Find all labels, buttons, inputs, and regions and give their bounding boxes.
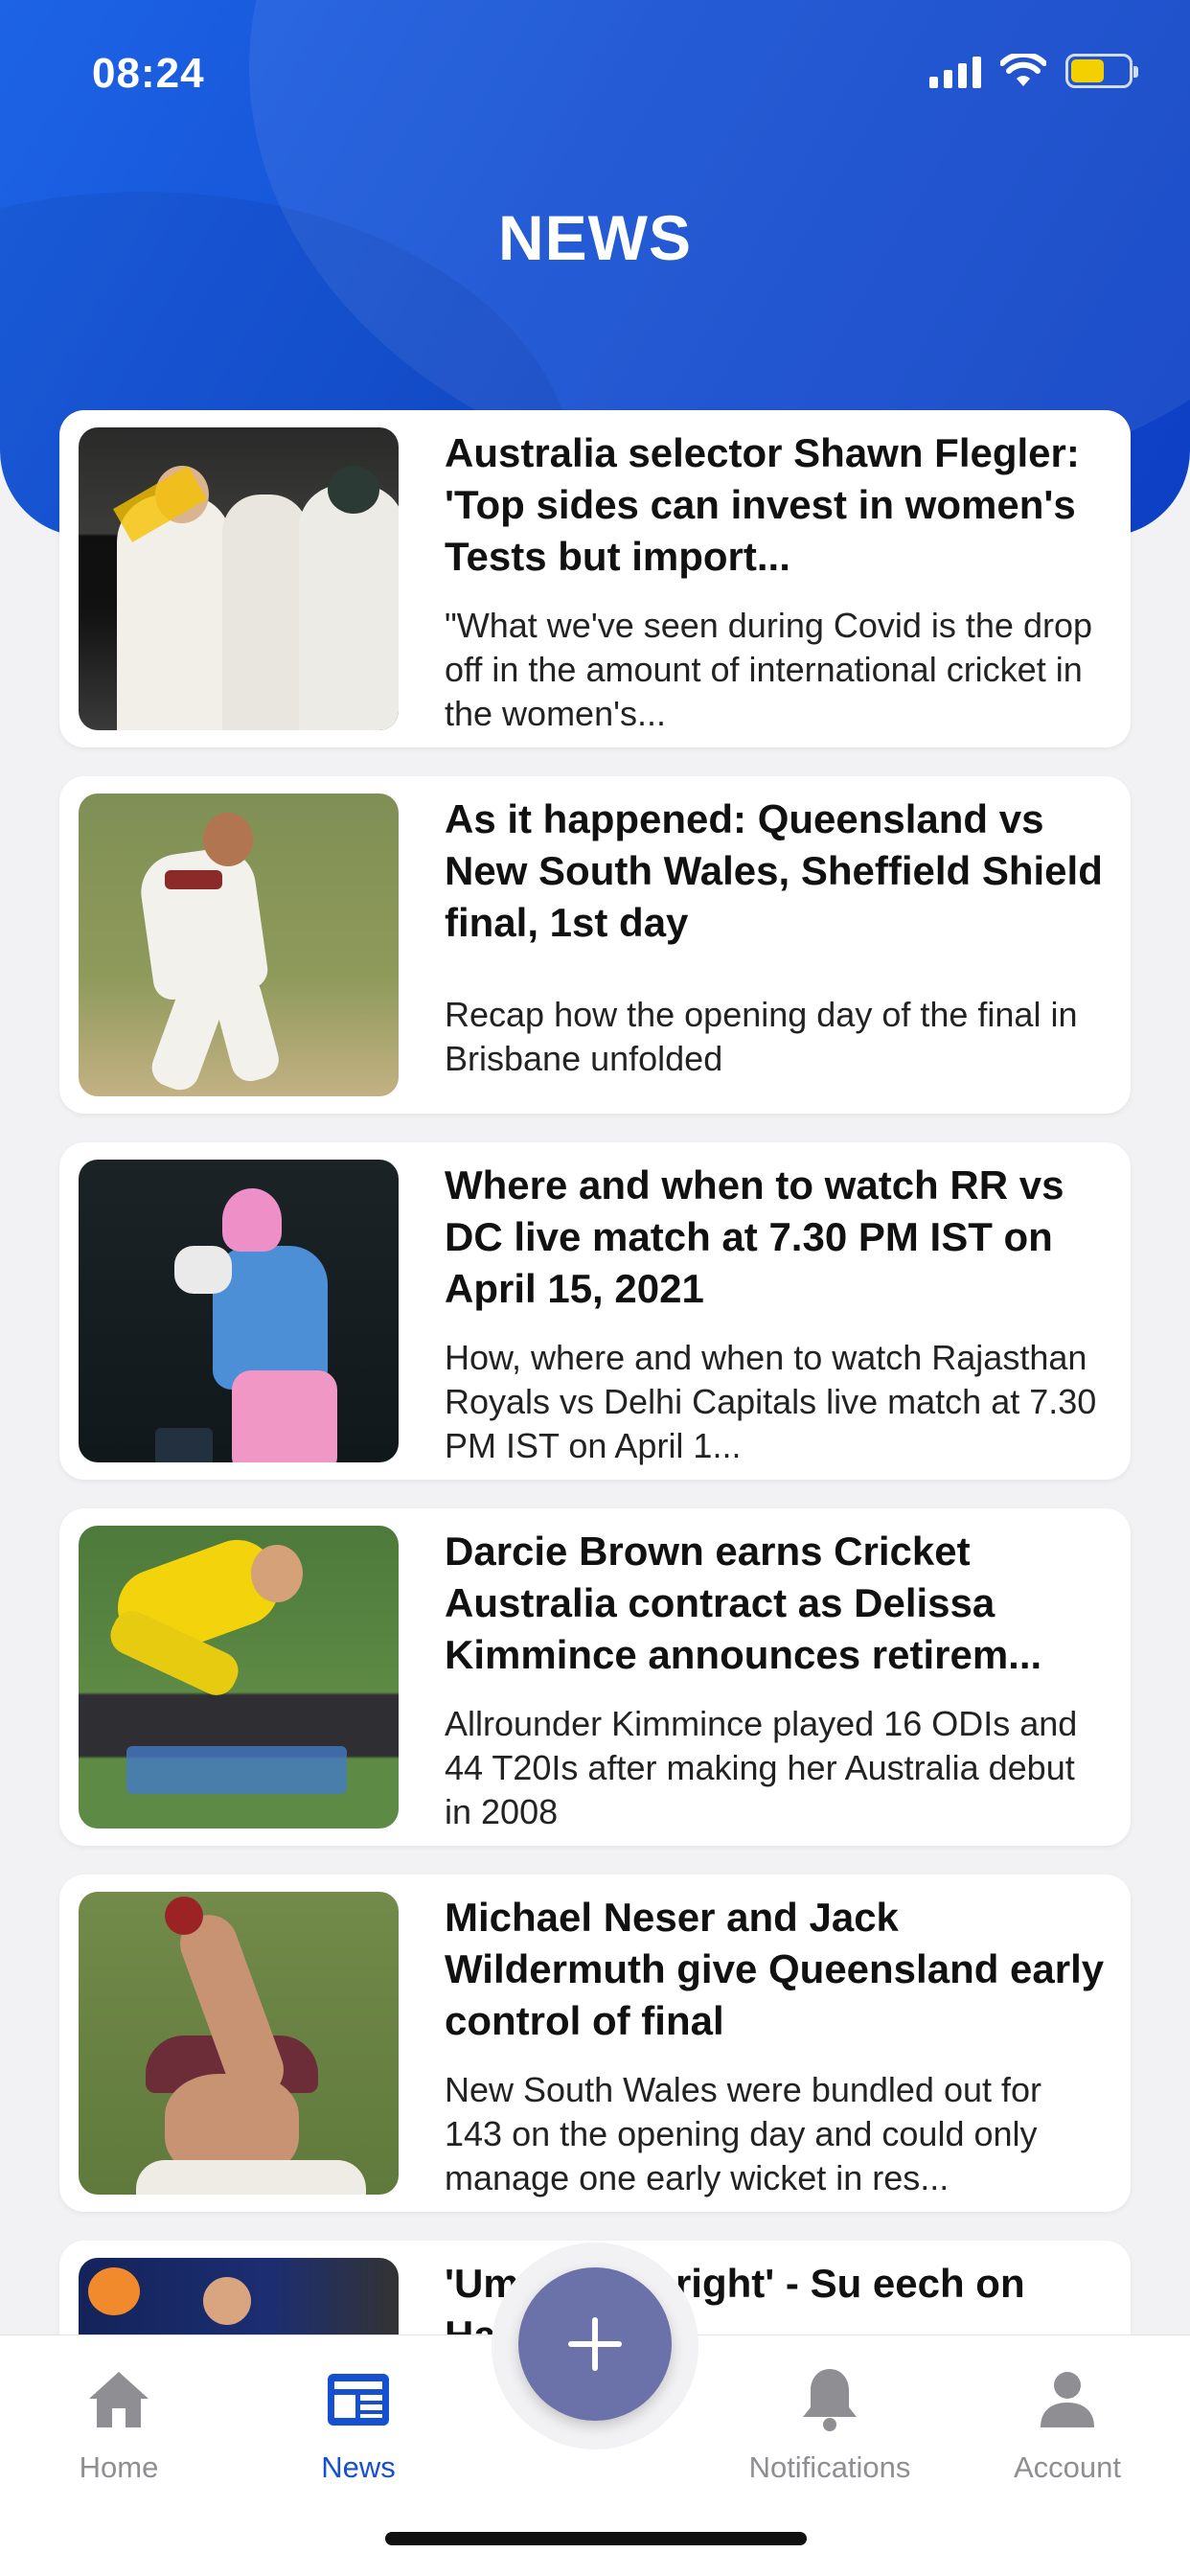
add-button[interactable] [518,2267,672,2421]
nav-item-account[interactable]: Account [972,2360,1163,2485]
news-summary: Allrounder Kimmince played 16 ODIs and 4… [445,1704,1078,1831]
news-screen: 08:24 NEWS Australia selector Shawn Fleg… [0,0,1190,2576]
news-card[interactable]: Australia selector Shawn Flegler: 'Top s… [59,410,1131,748]
news-card[interactable]: Michael Neser and Jack Wildermuth give Q… [59,1874,1131,2212]
wifi-icon [1000,54,1046,86]
news-thumbnail [79,794,399,1096]
news-thumbnail [79,1892,399,2195]
home-icon [89,2372,149,2427]
plus-icon [568,2317,622,2371]
news-headline: Darcie Brown earns Cricket Australia con… [445,1529,1042,1677]
news-summary: New South Wales were bundled out for 143… [445,2070,1042,2197]
bell-icon [803,2369,857,2431]
nav-item-home[interactable]: Home [23,2360,215,2485]
page-title: NEWS [498,202,692,273]
news-icon [328,2374,389,2426]
news-summary: Recap how the opening day of the final i… [445,995,1078,1078]
news-card[interactable]: Darcie Brown earns Cricket Australia con… [59,1508,1131,1846]
news-thumbnail [79,427,399,730]
news-summary: How, where and when to watch Rajasthan R… [445,1338,1097,1465]
status-time: 08:24 [92,50,205,97]
home-indicator [385,2532,807,2545]
nav-label: Home [79,2450,159,2484]
news-headline: As it happened: Queensland vs New South … [445,796,1103,945]
news-card[interactable]: Where and when to watch RR vs DC live ma… [59,1142,1131,1480]
battery-charging-icon [1065,54,1138,88]
news-summary: "What we've seen during Covid is the dro… [445,606,1093,733]
news-thumbnail [79,1160,399,1462]
person-icon [1041,2372,1094,2427]
nav-label: Notifications [748,2450,911,2484]
nav-label: News [321,2450,396,2484]
cellular-signal-icon [929,54,981,88]
status-icons [929,54,1138,88]
news-headline: Michael Neser and Jack Wildermuth give Q… [445,1895,1105,2043]
news-thumbnail [79,1526,399,1828]
news-card[interactable]: As it happened: Queensland vs New South … [59,776,1131,1114]
nav-label: Account [1013,2450,1121,2484]
nav-item-news[interactable]: News [263,2360,454,2485]
nav-item-notifications[interactable]: Notifications [734,2360,926,2485]
news-headline: Australia selector Shawn Flegler: 'Top s… [445,430,1080,579]
news-headline: Where and when to watch RR vs DC live ma… [445,1162,1064,1311]
